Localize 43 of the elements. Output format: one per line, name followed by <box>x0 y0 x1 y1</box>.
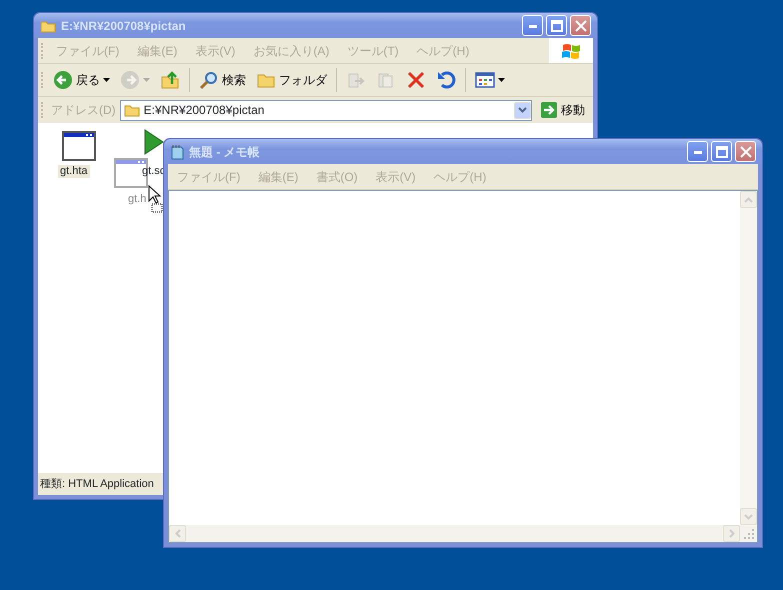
maximize-button[interactable] <box>546 15 567 36</box>
maximize-icon <box>550 20 562 32</box>
minimize-button[interactable] <box>522 15 543 36</box>
window-file-icon <box>62 131 96 161</box>
dropdown-caret-icon <box>498 78 505 82</box>
flag-logo-icon <box>561 42 581 60</box>
play-triangle-icon <box>144 129 164 155</box>
search-button[interactable]: 検索 <box>195 68 250 92</box>
minimize-icon <box>694 150 702 154</box>
close-icon <box>574 20 586 32</box>
window-title: E:¥NR¥200708¥pictan <box>61 18 186 34</box>
maximize-icon <box>716 146 728 158</box>
drag-ghost-label: gt.h <box>127 193 148 206</box>
window-title: 無題 - メモ帳 <box>189 144 260 160</box>
views-grid-icon <box>475 70 495 90</box>
minimize-icon <box>528 24 536 28</box>
chevron-down-icon <box>744 514 753 520</box>
delete-x-icon <box>406 70 426 90</box>
folder-up-icon <box>160 70 180 90</box>
chevron-up-icon <box>744 196 753 202</box>
dropdown-button[interactable] <box>514 102 531 118</box>
close-button[interactable] <box>570 15 591 36</box>
address-field[interactable]: E:¥NR¥200708¥pictan <box>120 100 532 120</box>
chevron-right-icon <box>728 529 734 538</box>
resize-grip-icon <box>742 528 754 540</box>
notepad-icon <box>170 144 184 160</box>
search-icon <box>199 70 219 90</box>
close-icon <box>740 146 752 158</box>
chevron-left-icon <box>174 529 180 538</box>
go-button[interactable]: 移動 <box>536 99 589 121</box>
maximize-button[interactable] <box>711 141 732 162</box>
status-text: 種類: HTML Application <box>40 476 154 492</box>
back-arrow-button[interactable]: 戻る <box>49 68 114 92</box>
file-label[interactable]: gt.hta <box>58 165 90 178</box>
close-button[interactable] <box>735 141 756 162</box>
dropdown-caret-icon <box>103 78 110 82</box>
dropdown-caret-icon <box>143 78 150 82</box>
undo-arrow-icon <box>436 70 456 90</box>
address-label: アドレス(D) <box>51 102 116 119</box>
folder-button[interactable]: フォルダ <box>252 68 331 92</box>
chevron-down-icon <box>518 107 527 113</box>
minimize-button[interactable] <box>687 141 708 162</box>
mouse-cursor-icon <box>148 185 164 213</box>
